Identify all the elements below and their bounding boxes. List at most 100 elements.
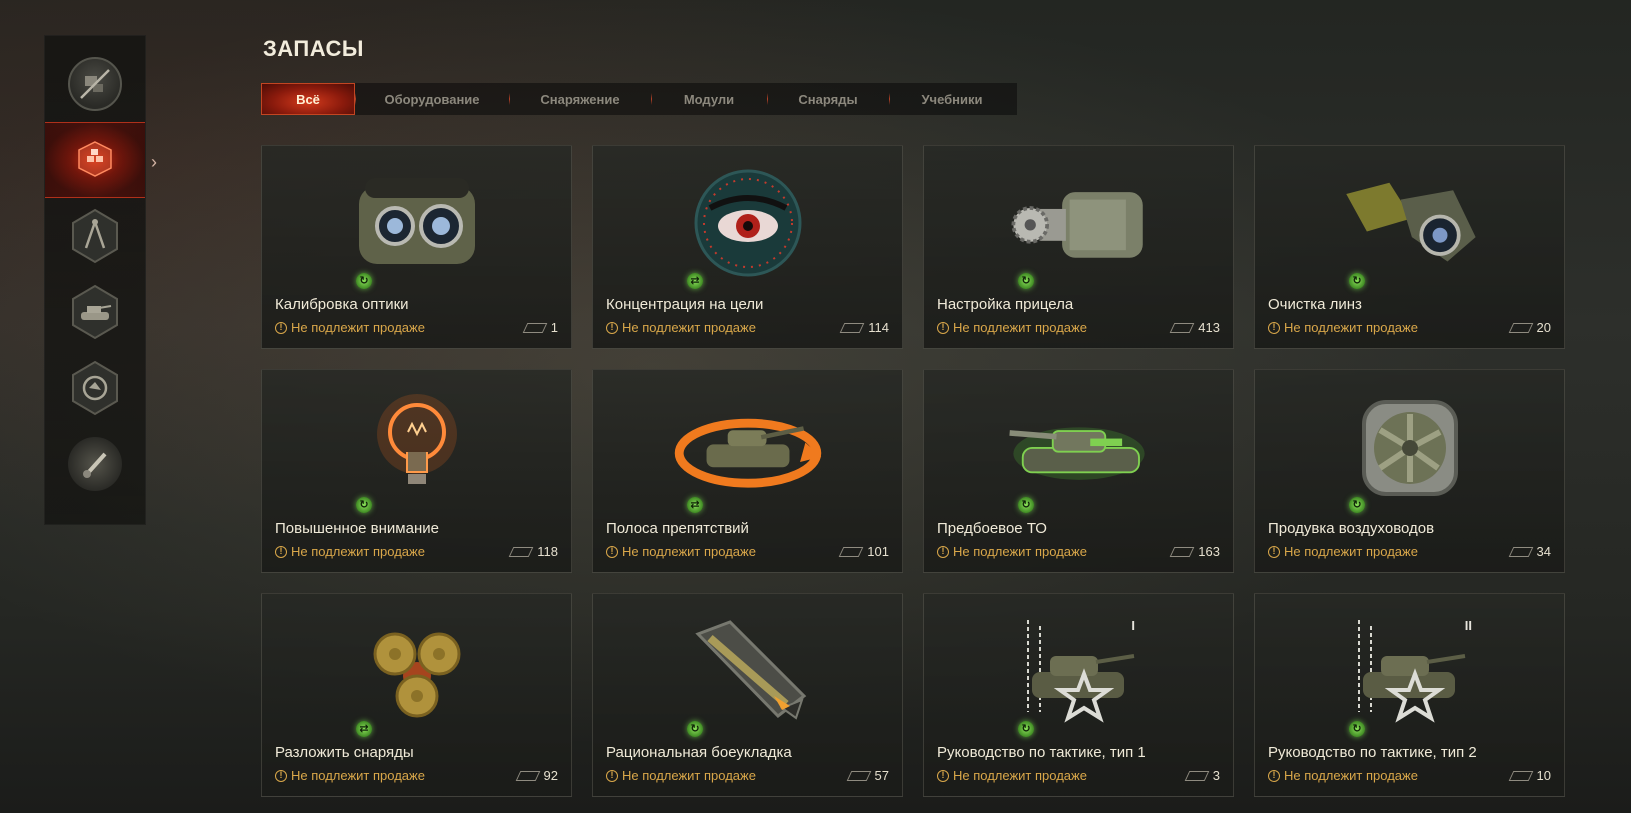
warning-icon: ! [606,321,618,334]
item-card[interactable]: ⇄ Полоса препятствий ! Не подлежит продаж… [592,369,903,573]
warning-icon: ! [1268,545,1280,558]
tab-manuals[interactable]: Учебники [889,83,1015,115]
refresh-icon: ↻ [1018,273,1034,289]
stock-icon [1508,770,1533,781]
stock-icon [839,322,865,333]
light-bulb-icon [342,392,492,502]
item-card[interactable]: ↻ Очистка линз ! Не подлежит продаже 20 [1254,145,1565,349]
item-count-value: 118 [537,544,558,559]
tactics-manual-icon [1335,616,1485,726]
item-status: ! Не подлежит продаже [275,544,425,559]
item-card[interactable]: ↻ Продувка воздуховодов ! Не подлежит про… [1254,369,1565,573]
stock-icon [1169,322,1195,333]
item-name: Руководство по тактике, тип 1 [937,744,1146,761]
stock-icon [515,770,540,781]
item-count: 413 [1169,320,1220,335]
item-status: ! Не подлежит продаже [937,320,1087,335]
refresh-icon: ↻ [1349,273,1365,289]
warning-icon: ! [275,769,287,782]
item-name: Предбоевое ТО [937,520,1047,537]
warning-icon: ! [1268,769,1280,782]
item-name: Повышенное внимание [275,520,439,537]
item-card[interactable]: II ↻ Руководство по тактике, тип 2 ! Не п… [1254,593,1565,797]
compass-blueprint-icon [68,208,122,264]
tank-icon [68,284,122,340]
item-status: ! Не подлежит продаже [606,544,756,559]
item-status-text: Не подлежит продаже [622,768,756,783]
item-status: ! Не подлежит продаже [937,544,1087,559]
item-status-text: Не подлежит продаже [1284,768,1418,783]
tab-modules[interactable]: Модули [651,83,767,115]
item-card[interactable]: ↻ Рациональная боеукладка ! Не подлежит п… [592,593,903,797]
refresh-icon: ↻ [356,273,372,289]
stock-boxes-icon [68,133,122,187]
tab-consumables[interactable]: Снаряжение [509,83,651,115]
stock-icon [838,546,864,557]
refresh-icon: ↻ [1349,721,1365,737]
item-status: ! Не подлежит продаже [1268,768,1418,783]
item-count: 3 [1184,768,1220,783]
warning-icon: ! [937,769,949,782]
item-name: Настройка прицела [937,296,1074,313]
warning-icon: ! [275,321,287,334]
item-status: ! Не подлежит продаже [275,768,425,783]
items-grid: ↻ Калибровка оптики ! Не подлежит продаже… [261,145,1565,797]
item-card[interactable]: I ↻ Руководство по тактике, тип 1 ! Не по… [923,593,1234,797]
stock-icon [1508,322,1533,333]
sidebar-item-blueprints[interactable] [45,198,145,274]
binocular-optics-icon [342,168,492,278]
rank-label: I [1131,618,1135,633]
item-count: 1 [522,320,558,335]
sidebar-item-crew[interactable] [45,350,145,426]
item-card[interactable]: ↻ Повышенное внимание ! Не подлежит прода… [261,369,572,573]
item-count-value: 20 [1536,320,1551,335]
item-count: 34 [1508,544,1551,559]
sidebar-item-customization[interactable] [45,426,145,502]
item-name: Калибровка оптики [275,296,409,313]
item-status: ! Не подлежит продаже [937,768,1087,783]
item-count-value: 92 [543,768,558,783]
item-card[interactable]: ↻ Калибровка оптики ! Не подлежит продаже… [261,145,572,349]
red-eye-icon [673,168,823,278]
tab-equipment[interactable]: Оборудование [355,83,509,115]
gear-motor-icon [1004,168,1154,278]
refresh-icon: ↻ [1349,497,1365,513]
item-card[interactable]: ↻ Настройка прицела ! Не подлежит продаже… [923,145,1234,349]
shell-rack-icon [673,616,823,726]
item-status-text: Не подлежит продаже [291,768,425,783]
page-title: ЗАПАСЫ [263,36,364,61]
sidebar-item-crossed-out[interactable] [45,46,145,122]
item-count: 114 [839,320,889,335]
warning-icon: ! [606,769,618,782]
item-count-value: 57 [874,768,889,783]
item-count: 92 [515,768,558,783]
item-count: 20 [1508,320,1551,335]
item-name: Концентрация на цели [606,296,764,313]
sidebar-item-stock[interactable] [45,122,145,198]
item-status-text: Не подлежит продаже [953,544,1087,559]
item-status-text: Не подлежит продаже [953,320,1087,335]
item-card[interactable]: ⇄ Концентрация на цели ! Не подлежит прод… [592,145,903,349]
item-status-text: Не подлежит продаже [622,320,756,335]
item-status-text: Не подлежит продаже [622,544,756,559]
sidebar-item-vehicles[interactable] [45,274,145,350]
item-count: 118 [508,544,558,559]
item-status: ! Не подлежит продаже [275,320,425,335]
crew-skills-icon [68,360,122,416]
sidebar [44,35,146,525]
tank-maintenance-icon [1004,392,1154,502]
item-name: Рациональная боеукладка [606,744,792,761]
shell-bases-icon [342,616,492,726]
item-name: Руководство по тактике, тип 2 [1268,744,1477,761]
periscope-lens-icon [1335,168,1485,278]
item-count-value: 3 [1212,768,1220,783]
item-card[interactable]: ⇄ Разложить снаряды ! Не подлежит продаже… [261,593,572,797]
refresh-icon: ↻ [1018,721,1034,737]
tab-shells[interactable]: Снаряды [767,83,889,115]
item-card[interactable]: ↻ Предбоевое ТО ! Не подлежит продаже 163 [923,369,1234,573]
stock-icon [846,770,871,781]
filter-tabs: Всё Оборудование Снаряжение Модули Снаря… [261,83,1017,115]
item-status-text: Не подлежит продаже [953,768,1087,783]
tab-all[interactable]: Всё [261,83,355,115]
item-count-value: 1 [550,320,558,335]
